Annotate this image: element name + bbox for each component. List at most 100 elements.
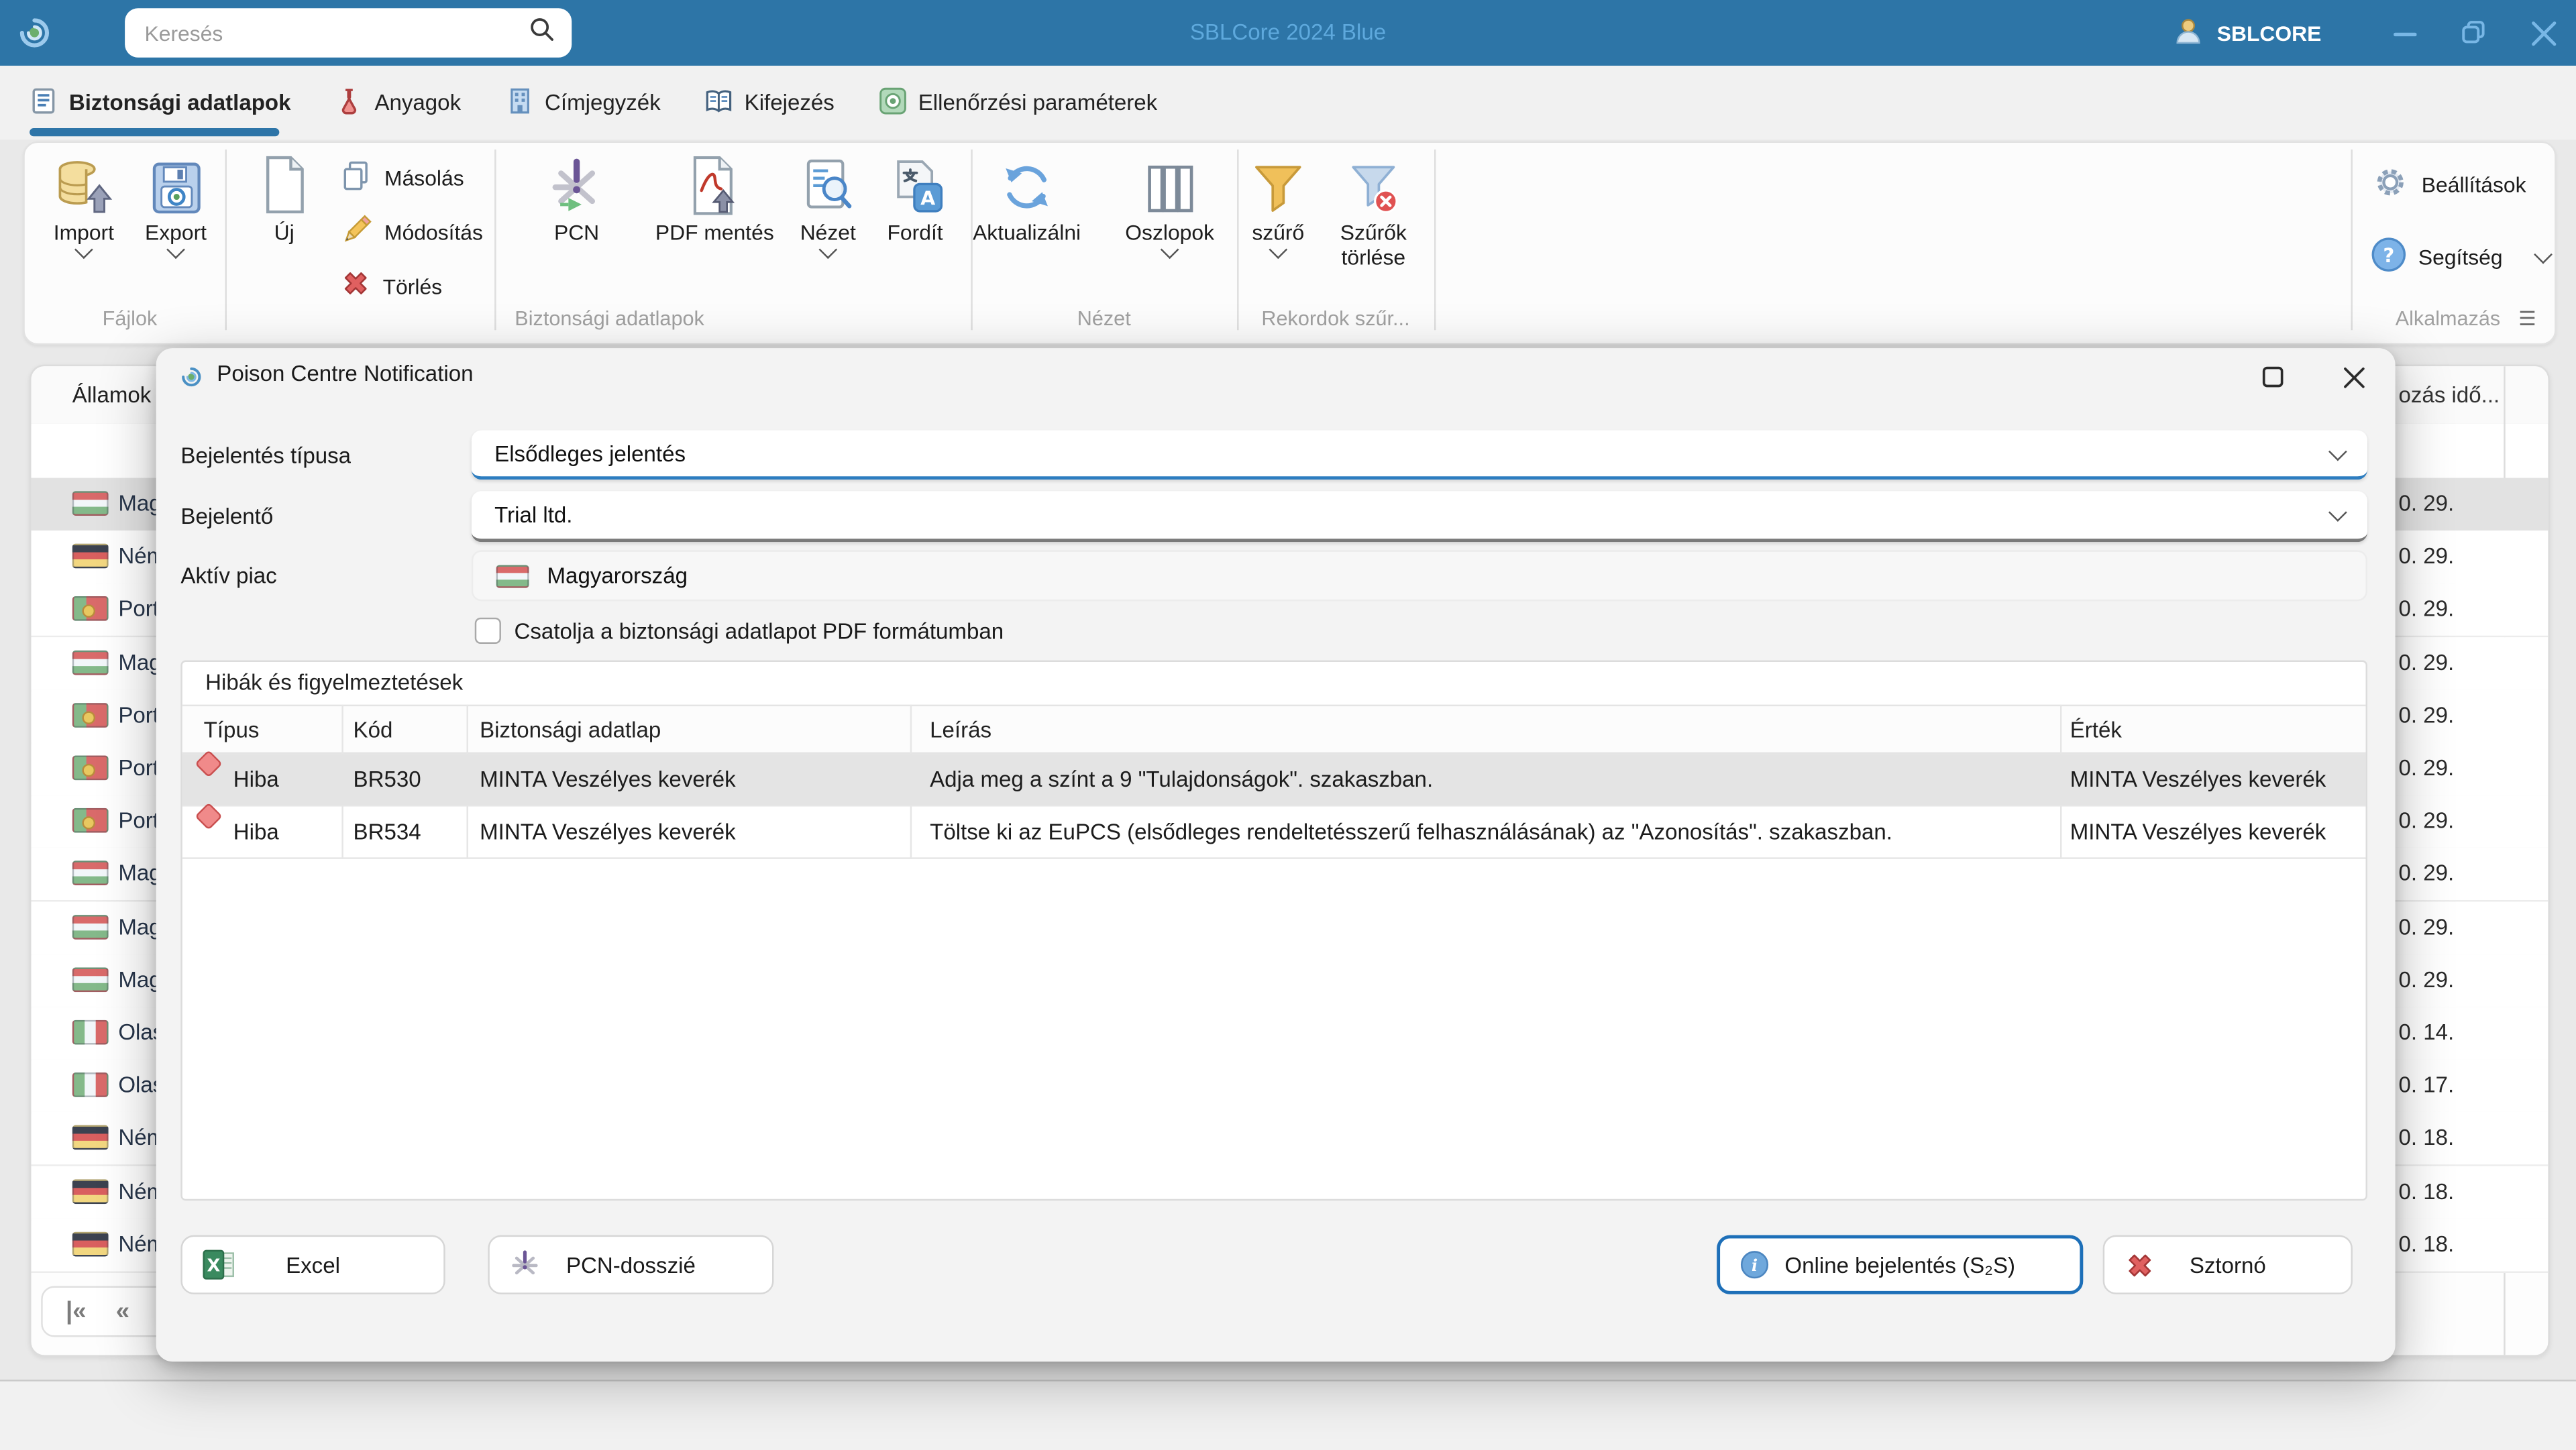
- import-button[interactable]: Import: [38, 151, 129, 260]
- notifier-select[interactable]: Trial ltd.: [471, 491, 2367, 543]
- date-cell: 0. 29.: [2398, 596, 2455, 622]
- dialog-close-button[interactable]: [2339, 363, 2367, 391]
- pcn-dialog: Poison Centre Notification Bejelentés tí…: [156, 348, 2396, 1362]
- col-leiras[interactable]: Leírás: [930, 706, 991, 754]
- notifier-label: Bejelentő: [180, 504, 274, 529]
- column-header-states[interactable]: Államok: [72, 366, 152, 424]
- user-account[interactable]: SBLCORE: [2173, 0, 2321, 66]
- flag-hu-icon: [72, 914, 109, 939]
- target-icon: [879, 87, 907, 119]
- search-input[interactable]: [141, 19, 528, 47]
- help-button[interactable]: ? Segítség: [2371, 235, 2553, 278]
- attach-pdf-checkbox[interactable]: [474, 617, 501, 645]
- columns-icon: [1142, 151, 1197, 217]
- column-header-modified[interactable]: ozás idő...: [2399, 366, 2500, 424]
- settings-button[interactable]: Beállítások: [2371, 162, 2526, 205]
- date-cell: 0. 29.: [2398, 755, 2455, 781]
- app-logo-icon: [13, 11, 56, 62]
- flag-hu-icon: [72, 861, 109, 886]
- main-tab-bar: Biztonsági adatlapok Anyagok Címjegyzék: [0, 65, 2576, 140]
- dialog-maximize-button[interactable]: [2259, 363, 2287, 391]
- close-button[interactable]: [2510, 0, 2576, 66]
- date-cell: 0. 17.: [2398, 1072, 2455, 1098]
- clear-filters-button[interactable]: Szűrők törlése: [1320, 151, 1428, 270]
- tab-cimjegyzek[interactable]: Címjegyzék: [505, 66, 661, 140]
- pcn-button[interactable]: PCN: [531, 151, 623, 245]
- date-cell: 0. 29.: [2398, 649, 2455, 675]
- notification-type-select[interactable]: Elsődleges jelentés: [471, 430, 2367, 480]
- tab-anyagok[interactable]: Anyagok: [335, 66, 461, 140]
- pcn-asterisk-icon: [509, 1249, 541, 1280]
- prev-page-icon[interactable]: «: [116, 1298, 129, 1326]
- svg-text:A: A: [920, 186, 934, 209]
- group-label-sds: Biztonsági adatlapok: [515, 306, 704, 331]
- date-cell: 0. 14.: [2398, 1019, 2455, 1045]
- svg-text:i: i: [1752, 1256, 1758, 1275]
- translate-icon: A: [886, 151, 944, 217]
- date-cell: 0. 29.: [2398, 861, 2455, 886]
- pcn-dossier-button[interactable]: PCN-dosszié: [488, 1235, 774, 1294]
- errors-groupbox: Hibák és figyelmeztetések Típus Kód Bizt…: [180, 660, 2367, 1201]
- delete-button[interactable]: Törlés: [340, 264, 442, 307]
- pdf-save-icon: [687, 151, 743, 217]
- copy-button[interactable]: Másolás: [340, 156, 464, 199]
- error-row[interactable]: Hiba BR534 MINTA Veszélyes keverék Tölts…: [182, 802, 2366, 859]
- minimize-button[interactable]: [2372, 0, 2438, 66]
- cancel-button[interactable]: Sztornó: [2102, 1235, 2353, 1294]
- errors-table-header: Típus Kód Biztonsági adatlap Leírás Érté…: [182, 704, 2366, 755]
- svg-text:X: X: [207, 1256, 220, 1276]
- col-tipus[interactable]: Típus: [204, 706, 260, 754]
- clear-filter-icon: [1346, 151, 1401, 217]
- pdf-save-button[interactable]: PDF mentés: [649, 151, 780, 245]
- flag-pt-icon: [72, 755, 109, 781]
- dialog-launcher-icon[interactable]: ☰: [2518, 307, 2536, 330]
- flag-hungary-icon: [496, 564, 529, 588]
- user-icon: [2173, 14, 2206, 52]
- dialog-title: Poison Centre Notification: [217, 361, 474, 386]
- restore-button[interactable]: [2441, 0, 2507, 66]
- help-icon: ?: [2371, 235, 2407, 276]
- translate-button[interactable]: A Fordít: [872, 151, 957, 245]
- errors-group-title: Hibák és figyelmeztetések: [205, 670, 464, 695]
- excel-button[interactable]: X Excel: [180, 1235, 445, 1294]
- flag-hu-icon: [72, 491, 109, 516]
- date-cell: 0. 29.: [2398, 808, 2455, 834]
- tab-ellenorzesi-parameterek[interactable]: Ellenőrzési paraméterek: [879, 66, 1157, 140]
- error-diamond-icon: [195, 749, 223, 778]
- group-label-records: Rekordok szűr...: [1261, 306, 1410, 331]
- attach-pdf-label: Csatolja a biztonsági adatlapot PDF form…: [514, 619, 1004, 645]
- flag-de-icon: [72, 1125, 109, 1151]
- export-button[interactable]: Export: [129, 151, 221, 260]
- col-kod[interactable]: Kód: [354, 706, 393, 754]
- pencil-icon: [340, 213, 373, 250]
- active-market-field: Magyarország: [471, 550, 2367, 602]
- refresh-button[interactable]: Aktualizálni: [961, 151, 1093, 245]
- filter-funnel-icon: [1250, 151, 1306, 217]
- group-label-view: Nézet: [1077, 306, 1131, 331]
- date-cell: 0. 29.: [2398, 544, 2455, 569]
- col-sds[interactable]: Biztonsági adatlap: [480, 706, 661, 754]
- filter-button[interactable]: szűrő: [1240, 151, 1316, 260]
- copy-icon: [340, 158, 373, 196]
- col-ertek[interactable]: Érték: [2070, 706, 2122, 754]
- first-page-icon[interactable]: |«: [66, 1298, 87, 1326]
- flag-de-icon: [72, 1231, 109, 1256]
- new-button[interactable]: Új: [248, 151, 321, 245]
- online-submit-button[interactable]: i Online bejelentés (S₂S): [1717, 1235, 2084, 1294]
- error-row[interactable]: Hiba BR530 MINTA Veszélyes keverék Adja …: [182, 749, 2366, 807]
- application-window: SBLCore 2024 Blue SBLCORE: [0, 0, 2576, 1450]
- columns-button[interactable]: Oszlopok: [1112, 151, 1227, 260]
- tab-kifejezes[interactable]: Kifejezés: [705, 66, 835, 140]
- error-diamond-icon: [195, 802, 223, 830]
- modify-button[interactable]: Módosítás: [340, 210, 483, 253]
- database-import-icon: [54, 151, 113, 217]
- flag-it-icon: [72, 1019, 109, 1045]
- pcn-asterisk-icon: [547, 151, 606, 217]
- new-document-icon: [258, 151, 310, 217]
- flag-pt-icon: [72, 702, 109, 728]
- view-button[interactable]: Nézet: [784, 151, 872, 260]
- search-icon[interactable]: [527, 15, 555, 51]
- document-preview-icon: [800, 151, 856, 217]
- date-cell: 0. 18.: [2398, 1125, 2455, 1151]
- refresh-icon: [998, 151, 1057, 217]
